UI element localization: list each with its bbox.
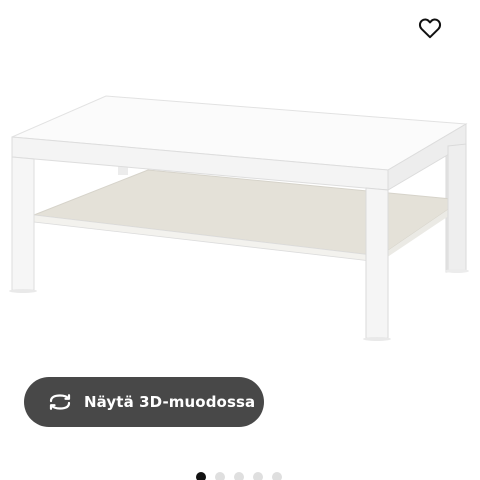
- product-gallery: Näytä 3D-muodossa: [0, 0, 480, 480]
- carousel-dot[interactable]: [196, 472, 206, 480]
- carousel-dot[interactable]: [272, 472, 282, 480]
- carousel-dot[interactable]: [253, 472, 263, 480]
- view-3d-label: Näytä 3D-muodossa: [84, 393, 256, 411]
- carousel-dot[interactable]: [215, 472, 225, 480]
- view-3d-button[interactable]: Näytä 3D-muodossa: [24, 377, 264, 427]
- carousel-pagination: [196, 472, 282, 480]
- rotate-3d-icon: [46, 388, 74, 416]
- heart-outline-icon: [418, 18, 442, 39]
- carousel-dot[interactable]: [234, 472, 244, 480]
- favorite-button[interactable]: [412, 10, 448, 46]
